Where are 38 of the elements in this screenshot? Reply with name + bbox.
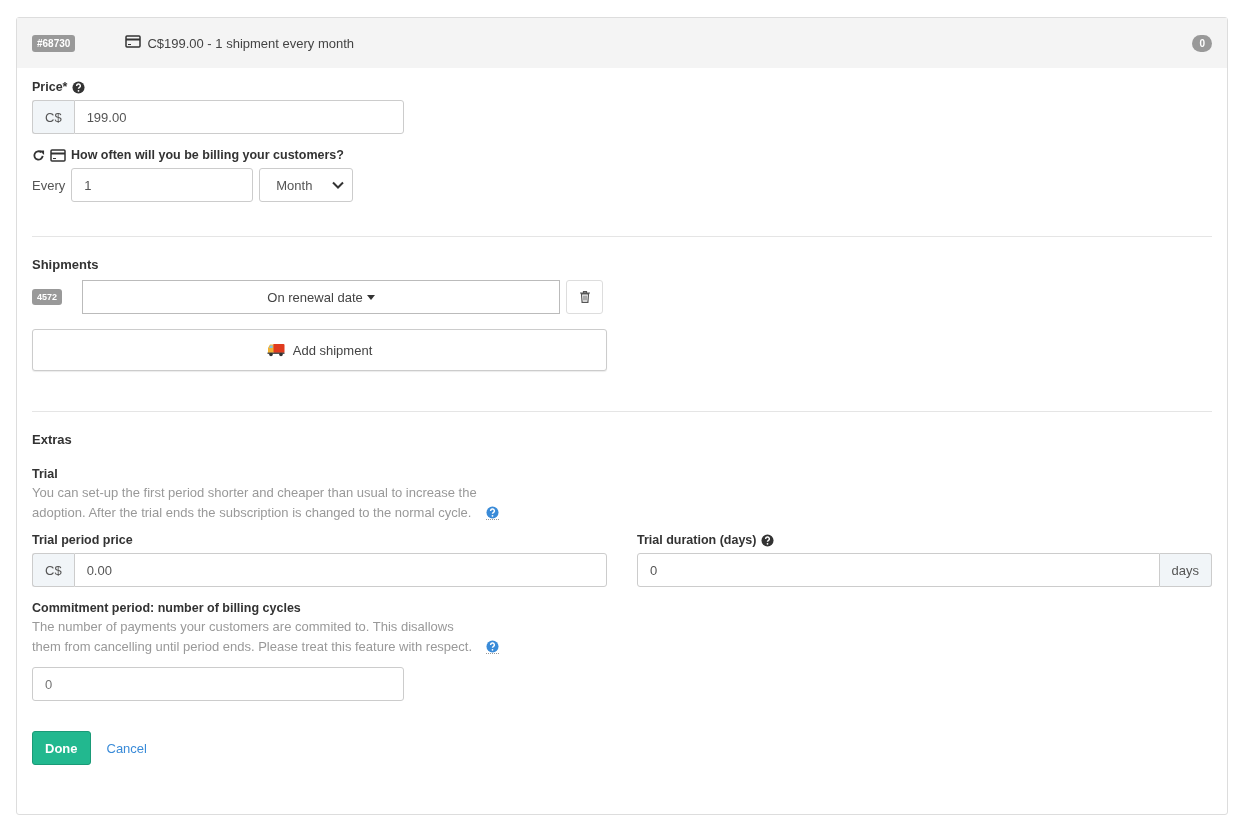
field-prefix: Every (32, 177, 66, 193)
section-title: Shipments (32, 257, 99, 272)
field-label: Trial period price (32, 533, 133, 547)
trial-duration-field[interactable]: 0 (637, 553, 1160, 587)
caret-icon (366, 294, 375, 300)
shipment-badge: 4572 (32, 289, 63, 305)
truck-icon (266, 343, 285, 357)
cancel-link[interactable]: Cancel (106, 740, 147, 756)
delete-button[interactable] (566, 280, 604, 314)
count-badge: 0 (1192, 34, 1212, 52)
trash-icon (579, 291, 590, 303)
add-shipment-button[interactable]: Add shipment (32, 329, 607, 371)
unit-addon: days (1159, 553, 1212, 587)
currency-addon: C$ (32, 553, 74, 587)
field-label: Trial duration (days) (637, 533, 757, 547)
plan-summary: C$199.00 - 1 shipment every month (147, 35, 355, 51)
period-select[interactable]: Month (259, 168, 354, 202)
interval-field[interactable]: 1 (71, 168, 254, 202)
trial-price-field[interactable]: 0.00 (73, 553, 607, 587)
currency-addon: C$ (32, 100, 74, 134)
panel-header[interactable]: #68730 C$199.00 - 1 shipment every month 0 (17, 18, 1227, 68)
schedule-dropdown[interactable]: On renewal date (82, 280, 561, 314)
help-text: The number of payments your customers are commited to. This disallows them from cancelling until period ends. Please treat this feature with respect. (32, 618, 474, 656)
refresh-icon (32, 148, 45, 162)
help-icon[interactable] (761, 533, 775, 547)
field-label: Price* (32, 80, 68, 94)
price-field[interactable]: 199.00 (73, 100, 404, 134)
field-label: How often will you be billing your customers? (71, 148, 344, 162)
field-label: Commitment period: number of billing cycles (32, 601, 301, 615)
chevron-down-icon (332, 181, 345, 189)
subsection-title: Trial (32, 467, 58, 481)
credit-card-icon (125, 35, 142, 48)
help-icon[interactable] (72, 80, 86, 94)
commitment-field[interactable]: 0 (32, 667, 404, 701)
section-title: Extras (32, 432, 72, 447)
id-badge: #68730 (32, 34, 76, 52)
credit-card-icon (50, 148, 66, 162)
help-text: You can set-up the first period shorter and cheaper than usual to increase the adoption. After the trial ends the subscription is changed to the normal cycle. (32, 484, 478, 522)
